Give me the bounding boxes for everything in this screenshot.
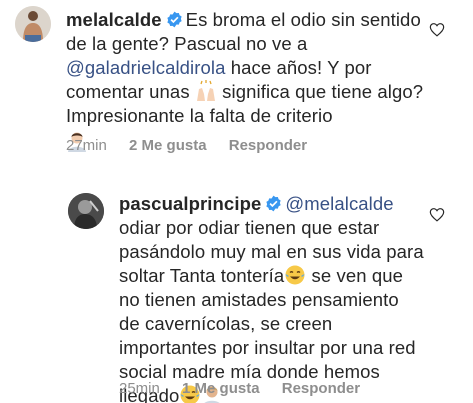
verified-badge-icon xyxy=(266,195,281,212)
reply-button[interactable]: Responder xyxy=(282,380,360,397)
likes-count[interactable]: 2 Me gusta xyxy=(129,137,207,154)
likes-count[interactable]: 1 Me gusta xyxy=(182,380,260,397)
avatar[interactable] xyxy=(15,6,51,42)
comment-melalcalde: melalcalde Es broma el odio sin sentido d… xyxy=(0,0,473,160)
comment-text: pascualprincipe @melalcalde odiar por odi… xyxy=(119,192,424,403)
mention-link[interactable]: @melalcalde xyxy=(285,193,393,214)
comment-meta: 25min 1 Me gusta Responder xyxy=(119,380,360,397)
timestamp: 25min xyxy=(119,380,160,397)
heart-outline-icon[interactable] xyxy=(429,22,445,37)
mention-link[interactable]: @galadrielcaldirola xyxy=(66,57,226,78)
avatar[interactable] xyxy=(68,193,104,229)
comment-meta: 27min 2 Me gusta Responder xyxy=(66,137,307,154)
timestamp: 27min xyxy=(66,137,107,154)
heart-outline-icon[interactable] xyxy=(429,207,445,222)
reply-button[interactable]: Responder xyxy=(229,137,307,154)
comment-text: melalcalde Es broma el odio sin sentido d… xyxy=(66,8,426,154)
tears-of-joy-emoji xyxy=(285,265,305,285)
username[interactable]: pascualprincipe xyxy=(119,193,261,214)
comment-pascualprincipe: pascualprincipe @melalcalde odiar por odi… xyxy=(0,160,473,403)
username[interactable]: melalcalde xyxy=(66,9,162,30)
verified-badge-icon xyxy=(166,11,182,28)
raised-hands-emoji xyxy=(196,80,215,101)
